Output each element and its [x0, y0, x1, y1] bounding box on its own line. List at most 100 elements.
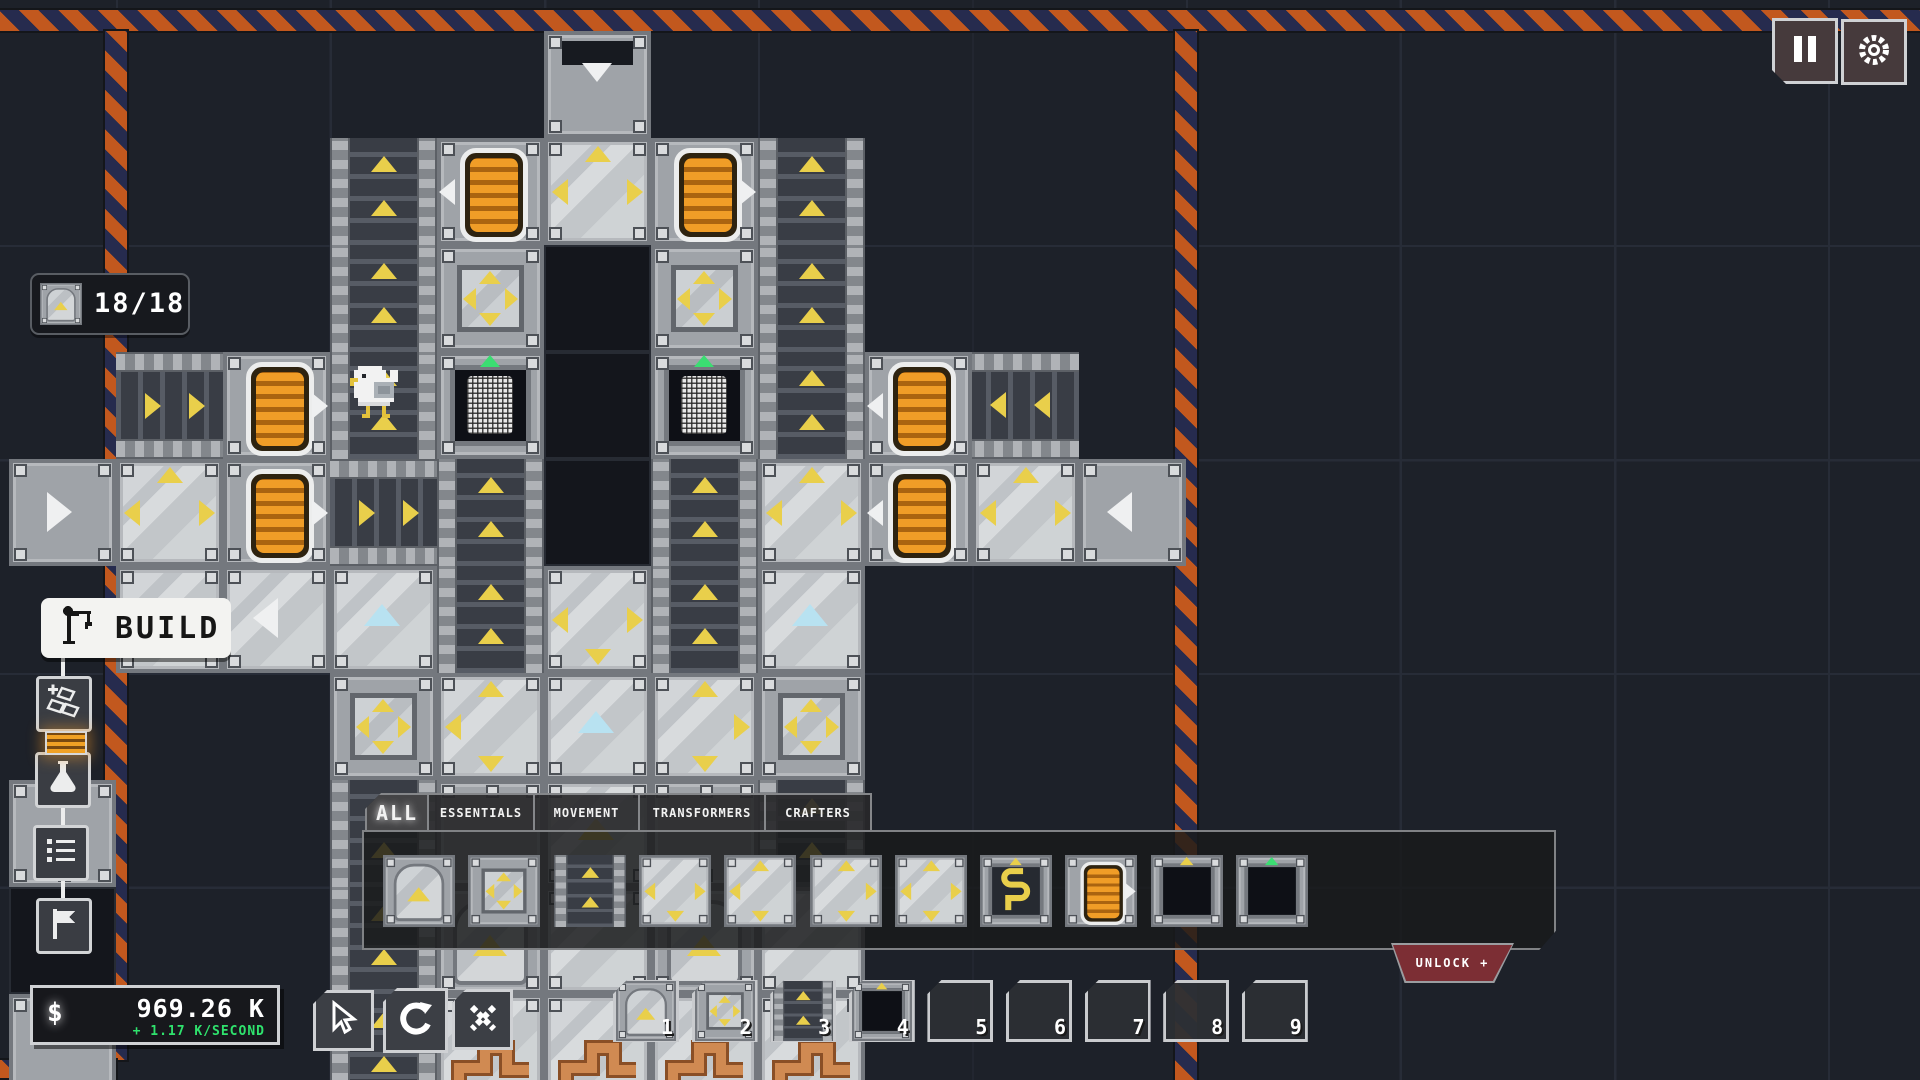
splitter-left-right-down-icon[interactable] [639, 855, 711, 927]
map-tile-glasstri[interactable] [544, 673, 651, 780]
select-tool-button[interactable] [313, 990, 374, 1051]
map-tile-splitter[interactable] [544, 566, 651, 673]
tab-essentials[interactable]: ESSENTIALS [429, 795, 535, 830]
hazard-stripe-top [0, 10, 1920, 31]
map-tile-belt[interactable] [330, 459, 437, 566]
exporter-icon[interactable] [1236, 855, 1308, 927]
rotate-tool-button[interactable] [383, 988, 448, 1053]
sidebar-item-milestones[interactable] [36, 898, 92, 954]
hotbar-slot-6[interactable]: 6 [1006, 980, 1072, 1042]
map-tile-splitter[interactable] [116, 459, 223, 566]
tab-movement[interactable]: MOVEMENT [535, 795, 640, 830]
heater-unlock-node[interactable] [45, 731, 87, 755]
build-button-label: BUILD [115, 611, 220, 646]
map-tile-belt[interactable] [758, 352, 865, 459]
sidebar-item-research[interactable] [35, 752, 91, 808]
map-tile-collector[interactable] [330, 673, 437, 780]
map-tile-heater[interactable] [651, 138, 758, 245]
map-tile-belt[interactable] [651, 566, 758, 673]
build-button[interactable]: BUILD [41, 598, 231, 658]
map-tile-belt[interactable] [437, 566, 544, 673]
hotbar-slot-number: 7 [1133, 1015, 1145, 1039]
delete-tool-button[interactable] [452, 989, 513, 1050]
map-tile-glassarrow[interactable] [223, 566, 330, 673]
tab-transformers[interactable]: TRANSFORMERS [640, 795, 766, 830]
conveyor-icon[interactable] [554, 855, 626, 927]
heater-icon[interactable] [1065, 855, 1137, 927]
map-tile-seller[interactable] [437, 352, 544, 459]
settings-button[interactable] [1841, 19, 1907, 85]
hotbar-slot-number: 5 [975, 1015, 987, 1039]
map-tile-glasstri[interactable] [330, 566, 437, 673]
map-tile-belt[interactable] [330, 138, 437, 245]
gear-icon [1854, 30, 1894, 74]
hotbar-slot-1[interactable]: 1 [613, 980, 679, 1042]
hotbar-slot-5[interactable]: 5 [927, 980, 993, 1042]
map-tile-heater[interactable] [865, 459, 972, 566]
map-tile-hole [544, 459, 651, 566]
map-tile-heater[interactable] [865, 352, 972, 459]
pause-button[interactable] [1772, 18, 1838, 84]
map-tile-splitter[interactable] [544, 138, 651, 245]
map-tile-collector[interactable] [758, 673, 865, 780]
map-tile-splitter[interactable] [651, 673, 758, 780]
splitter-up-left-down-icon[interactable] [724, 855, 796, 927]
map-tile-belt[interactable] [758, 138, 865, 245]
hotbar-slot-number: 1 [661, 1015, 673, 1039]
router-icon[interactable] [980, 855, 1052, 927]
map-tile-belt[interactable] [651, 459, 758, 566]
map-tile-collector[interactable] [437, 245, 544, 352]
extractor-icon[interactable] [40, 283, 82, 325]
hotbar-slot-8[interactable]: 8 [1163, 980, 1229, 1042]
map-tile-heater[interactable] [223, 352, 330, 459]
map-tile-splitter[interactable] [758, 459, 865, 566]
cursor-icon [324, 999, 364, 1043]
extractor-icon[interactable] [383, 855, 455, 927]
unlock-button[interactable]: UNLOCK + [1393, 945, 1512, 981]
hotbar-slot-2[interactable]: 2 [692, 980, 758, 1042]
flag-icon [45, 905, 83, 947]
currency-symbol: $ [47, 998, 63, 1028]
splitter-up-right-down-icon[interactable] [810, 855, 882, 927]
map-tile-belt[interactable] [758, 245, 865, 352]
sidebar-item-blueprints[interactable] [36, 676, 92, 732]
unlock-button-label: UNLOCK + [1416, 956, 1490, 970]
money-panel: $ 969.26 K + 1.17 K/SECOND [30, 985, 280, 1045]
hotbar-slot-7[interactable]: 7 [1085, 980, 1151, 1042]
map-tile-port[interactable] [1079, 459, 1186, 566]
map-tile-intake[interactable] [544, 31, 651, 138]
map-tile-belt[interactable] [972, 352, 1079, 459]
build-menu-tabs: ALLESSENTIALSMOVEMENTTRANSFORMERSCRAFTER… [365, 793, 872, 830]
hotbar-slot-4[interactable]: 4 [849, 980, 915, 1042]
game-stage: 18/18 BUILD $ 969.26 K + 1.17 K/SECOND A… [0, 0, 1920, 1080]
hotbar-slot-number: 9 [1290, 1015, 1302, 1039]
x-icon [464, 999, 502, 1041]
map-tile-heater[interactable] [223, 459, 330, 566]
rotate-icon [395, 998, 437, 1044]
map-tile-splitter[interactable] [437, 673, 544, 780]
map-tile-splitter[interactable] [972, 459, 1079, 566]
map-tile-port[interactable] [9, 459, 116, 566]
map-tile-collector[interactable] [651, 245, 758, 352]
storage-counter[interactable]: 18/18 [30, 273, 190, 335]
map-tile-belt[interactable] [437, 459, 544, 566]
hotbar-slot-number: 2 [740, 1015, 752, 1039]
extractor-icon [40, 283, 82, 325]
map-tile-glasstri[interactable] [758, 566, 865, 673]
map-tile-belt[interactable] [116, 352, 223, 459]
tab-crafters[interactable]: CRAFTERS [766, 795, 870, 830]
map-tile-hole [544, 352, 651, 459]
collector-icon[interactable] [468, 855, 540, 927]
tab-all[interactable]: ALL [367, 795, 429, 830]
hotbar-slot-3[interactable]: 3 [770, 980, 836, 1042]
splitter-all-ways-icon[interactable] [895, 855, 967, 927]
map-tile-belt[interactable] [330, 245, 437, 352]
bird-character [350, 362, 410, 426]
pause-icon [1787, 31, 1823, 71]
map-tile-seller[interactable] [651, 352, 758, 459]
storage-icon[interactable] [1151, 855, 1223, 927]
sidebar-item-quests[interactable] [33, 825, 89, 881]
map-tile-heater[interactable] [437, 138, 544, 245]
hotbar-slot-9[interactable]: 9 [1242, 980, 1308, 1042]
flask-icon [43, 758, 83, 802]
